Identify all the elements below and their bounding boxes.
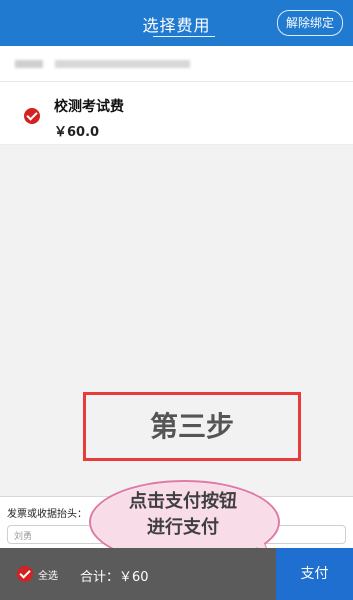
step-annotation-box: 第三步 [83, 392, 301, 461]
select-all-label[interactable]: 全选 [38, 567, 58, 582]
check-icon[interactable] [17, 566, 33, 582]
fee-price: ￥60.0 [54, 125, 100, 140]
unbind-button[interactable]: 解除绑定 [276, 10, 343, 36]
bubble-line-1: 点击支付按钮 [129, 491, 237, 512]
blurred-info [55, 60, 190, 68]
fee-item[interactable]: 校测考试费 ￥60.0 [0, 82, 353, 145]
invoice-label: 发票或收据抬头： [7, 509, 87, 520]
fee-name: 校测考试费 [54, 99, 124, 115]
student-info-row [0, 46, 353, 82]
header: 选择费用 解除绑定 [0, 0, 353, 46]
bubble-line-2: 进行支付 [147, 517, 219, 538]
total-amount: 合计：￥60 [80, 570, 149, 585]
blurred-info [15, 60, 43, 68]
pay-button[interactable]: 支付 [276, 548, 353, 600]
speech-bubble-text: 点击支付按钮 进行支付 [108, 489, 258, 541]
check-icon[interactable] [24, 108, 40, 124]
step-label: 第三步 [149, 410, 234, 443]
title-underline [153, 36, 215, 37]
